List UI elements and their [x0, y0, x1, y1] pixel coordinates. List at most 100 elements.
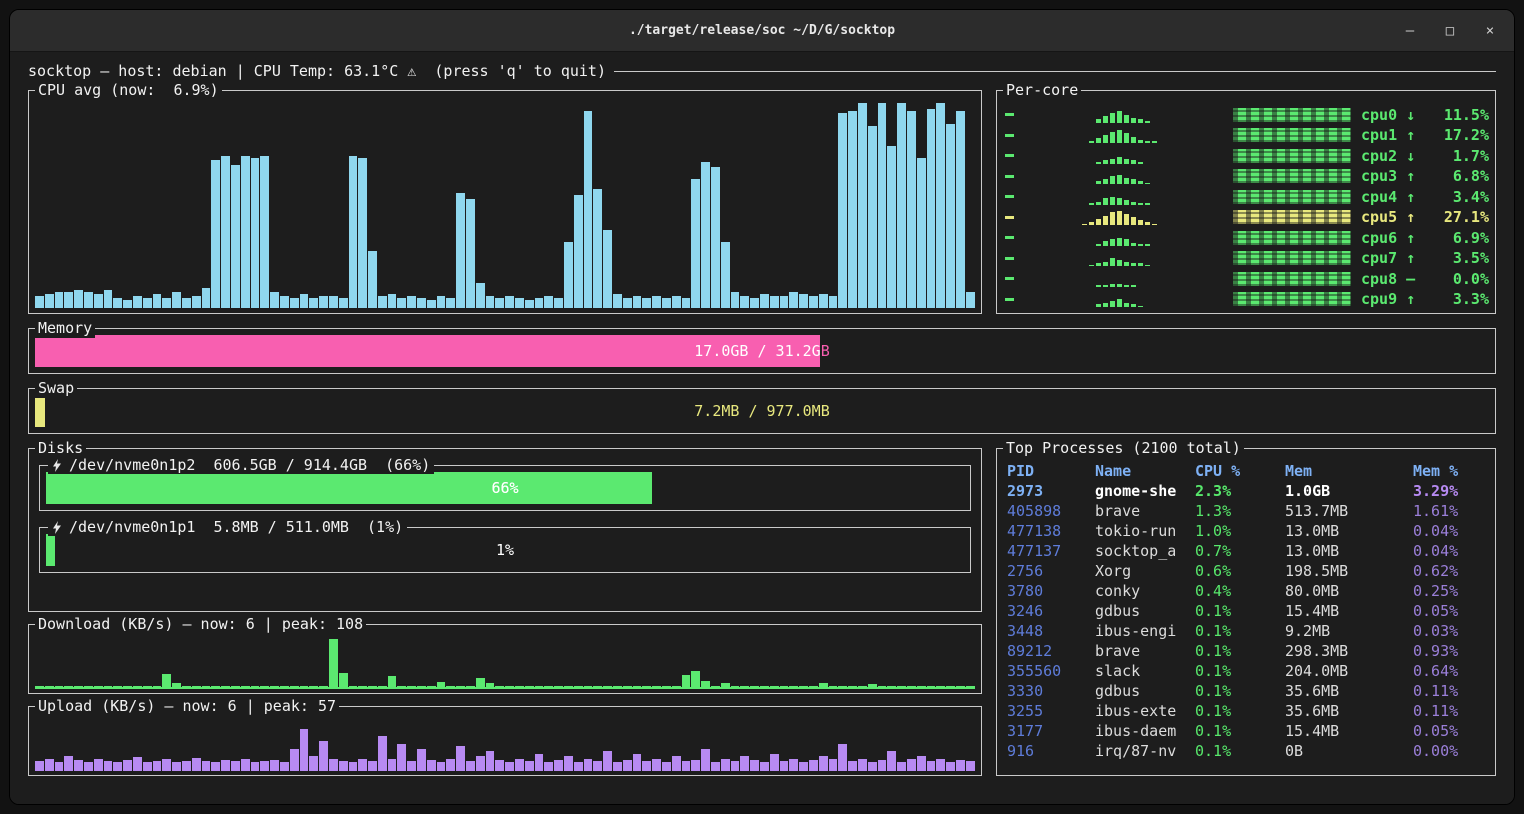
process-cpu: 0.1% — [1195, 741, 1285, 761]
process-row[interactable]: 477137socktop_a0.7%13.0MB0.04% — [1007, 541, 1487, 561]
sparkline-bar — [1131, 243, 1136, 246]
sparkline-bar — [1152, 224, 1157, 226]
sparkline-bar — [1103, 198, 1108, 204]
process-memp: 0.03% — [1413, 621, 1487, 641]
sparkline-bar — [1117, 211, 1122, 225]
chart-bar — [603, 686, 612, 687]
sparkline-bar — [1145, 203, 1150, 205]
process-cpu: 0.1% — [1195, 701, 1285, 721]
sparkline-bar — [1096, 263, 1101, 266]
process-pid: 3255 — [1007, 701, 1095, 721]
chart-bar — [819, 756, 828, 771]
chart-bar — [349, 686, 358, 687]
sparkline-bar — [1089, 141, 1094, 143]
process-cpu: 0.1% — [1195, 681, 1285, 701]
chart-bar — [143, 762, 152, 771]
process-row[interactable]: 2756Xorg0.6%198.5MB0.62% — [1007, 561, 1487, 581]
process-table: PID Name CPU % Mem Mem % 2973gnome-she2.… — [1007, 461, 1487, 771]
maximize-icon[interactable]: □ — [1442, 23, 1458, 39]
process-row[interactable]: 3246gdbus0.1%15.4MB0.05% — [1007, 601, 1487, 621]
core-name: cpu2 ↓ — [1361, 147, 1415, 165]
process-row[interactable]: 3177ibus-daem0.1%15.4MB0.05% — [1007, 721, 1487, 741]
process-row[interactable]: 3780conky0.4%80.0MB0.25% — [1007, 581, 1487, 601]
chart-bar — [682, 298, 691, 308]
chart-bar — [202, 761, 211, 771]
process-row[interactable]: 2973gnome-she2.3%1.0GB3.29% — [1007, 481, 1487, 501]
chart-bar — [907, 111, 916, 308]
process-name: irq/87-nv — [1095, 741, 1195, 761]
core-name: cpu0 ↓ — [1361, 106, 1415, 124]
upload-title: Upload (KB/s) — now: 6 | peak: 57 — [35, 697, 339, 716]
chart-bar — [319, 686, 328, 687]
process-row[interactable]: 3448ibus-engi0.1%9.2MB0.03% — [1007, 621, 1487, 641]
chart-bar — [309, 686, 318, 687]
chart-bar — [740, 296, 749, 308]
core-sparkline — [1018, 230, 1227, 246]
chart-bar — [300, 686, 309, 687]
sparkline-bar — [1110, 113, 1115, 123]
disk-partition-panel: /dev/nvme0n1p2 606.5GB / 914.4GB (66%) 6… — [39, 465, 971, 511]
sparkline-bar — [1117, 111, 1122, 122]
process-cpu: 0.1% — [1195, 661, 1285, 681]
disk-gauge-label: 1% — [46, 534, 964, 566]
core-name: cpu5 ↑ — [1361, 208, 1415, 226]
process-row[interactable]: 355560slack0.1%204.0MB0.64% — [1007, 661, 1487, 681]
chart-bar — [927, 109, 936, 308]
cpu-avg-chart — [35, 103, 975, 308]
window-titlebar[interactable]: ./target/release/soc ~/D/G/socktop – □ × — [10, 10, 1514, 52]
core-label: cpu9 ↑3.3% — [1361, 290, 1489, 308]
chart-bar — [505, 296, 514, 308]
chart-bar — [466, 686, 475, 687]
sparkline-bar — [1152, 141, 1157, 143]
process-mem: 198.5MB — [1285, 561, 1413, 581]
disk-gauge: 66% 66% — [46, 472, 964, 504]
process-row[interactable]: 89212brave0.1%298.3MB0.93% — [1007, 641, 1487, 661]
process-row[interactable]: 3330gdbus0.1%35.6MB0.11% — [1007, 681, 1487, 701]
sparkline-bar — [1145, 244, 1150, 246]
minimize-icon[interactable]: – — [1402, 23, 1418, 39]
chart-bar — [241, 686, 250, 687]
sparkline-bar — [1110, 176, 1115, 184]
process-cpu: 0.1% — [1195, 721, 1285, 741]
chart-bar — [427, 760, 436, 771]
process-pid: 477138 — [1007, 521, 1095, 541]
chart-bar — [956, 760, 965, 771]
core-percent: 17.2% — [1444, 126, 1489, 144]
process-row[interactable]: 3255ibus-exte0.1%35.6MB0.11% — [1007, 701, 1487, 721]
chart-bar — [711, 686, 720, 687]
process-row[interactable]: 916irq/87-nv0.1%0B0.00% — [1007, 741, 1487, 761]
chart-bar — [280, 686, 289, 687]
process-row[interactable]: 405898brave1.3%513.7MB1.61% — [1007, 501, 1487, 521]
disk-partition-panel: /dev/nvme0n1p1 5.8MB / 511.0MB (1%) 1% 1… — [39, 527, 971, 573]
sparkline-bar — [1103, 160, 1108, 163]
sparkline-bar — [1110, 212, 1115, 225]
process-cpu: 0.7% — [1195, 541, 1285, 561]
chart-bar — [300, 294, 309, 308]
chart-bar — [231, 686, 240, 687]
chart-bar — [946, 686, 955, 687]
process-memp: 0.00% — [1413, 741, 1487, 761]
download-chart — [35, 639, 975, 689]
core-name: cpu9 ↑ — [1361, 290, 1415, 308]
chart-bar — [858, 103, 867, 308]
column-header-cpu: CPU % — [1195, 461, 1285, 481]
core-name: cpu6 ↑ — [1361, 229, 1415, 247]
chart-bar — [682, 761, 691, 771]
desktop-background: ./target/release/soc ~/D/G/socktop – □ ×… — [0, 0, 1524, 814]
chart-bar — [378, 296, 387, 308]
swap-title: Swap — [35, 379, 77, 398]
sparkline-bar — [1124, 178, 1129, 184]
terminal-window: ./target/release/soc ~/D/G/socktop – □ ×… — [9, 9, 1515, 805]
process-cpu: 2.3% — [1195, 481, 1285, 501]
chart-bar — [123, 686, 132, 687]
chart-bar — [162, 298, 171, 308]
core-row: cpu5 ↑27.1% — [1003, 208, 1489, 227]
process-row[interactable]: 477138tokio-run1.0%13.0MB0.04% — [1007, 521, 1487, 541]
core-history-block — [1233, 251, 1351, 265]
chart-bar — [623, 298, 632, 308]
chart-bar — [691, 671, 700, 687]
core-history-block — [1233, 210, 1351, 224]
close-icon[interactable]: × — [1482, 23, 1498, 39]
chart-bar — [868, 762, 877, 771]
chart-bar — [182, 686, 191, 687]
